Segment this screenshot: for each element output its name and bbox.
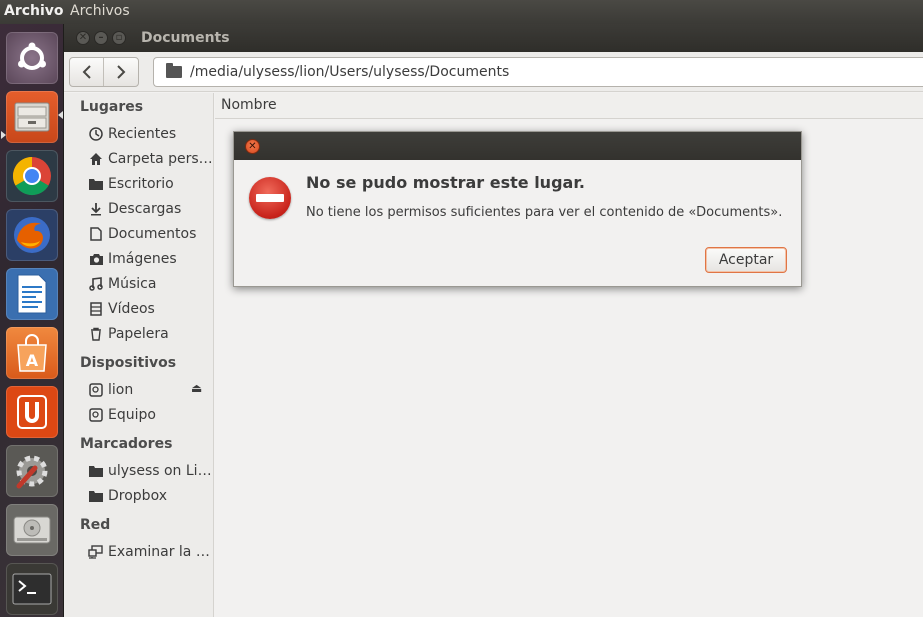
sidebar-item-videos[interactable]: Vídeos bbox=[88, 298, 214, 320]
firefox-icon[interactable] bbox=[6, 209, 58, 261]
menu-archivos[interactable]: Archivos bbox=[70, 3, 130, 19]
accept-button[interactable]: Aceptar bbox=[705, 247, 787, 273]
window-title: Documents bbox=[141, 30, 230, 46]
sidebar-item-label: Examinar la … bbox=[108, 544, 210, 560]
sidebar-item-label: Escritorio bbox=[108, 176, 174, 192]
sidebar-item-carpeta-personal[interactable]: Carpeta pers… bbox=[88, 148, 214, 170]
dialog-close-button[interactable]: ✕ bbox=[245, 139, 260, 154]
window-titlebar: ✕ – ▫ Documents bbox=[64, 24, 923, 52]
top-panel: Archivos Archivos bbox=[0, 0, 923, 24]
section-red: Red bbox=[80, 517, 111, 533]
file-manager-icon[interactable] bbox=[6, 91, 58, 143]
sidebar-item-dropbox[interactable]: Dropbox bbox=[88, 485, 214, 507]
close-window-button[interactable]: ✕ bbox=[76, 31, 90, 45]
sidebar-item-ulysess-on-lion[interactable]: ulysess on Lion bbox=[88, 460, 214, 482]
camera-icon bbox=[88, 251, 104, 267]
sidebar: Lugares Recientes Carpeta pers… Escritor… bbox=[64, 93, 214, 617]
software-center-icon[interactable]: A bbox=[6, 327, 58, 379]
sidebar-item-documentos[interactable]: Documentos bbox=[88, 223, 214, 245]
column-header-nombre[interactable]: Nombre bbox=[215, 93, 923, 119]
disk-drive-icon[interactable] bbox=[6, 504, 58, 556]
recent-clock-icon bbox=[88, 126, 104, 142]
dialog-titlebar: ✕ bbox=[234, 132, 801, 160]
sidebar-item-label: Documentos bbox=[108, 226, 197, 242]
sidebar-item-label: Carpeta pers… bbox=[108, 151, 213, 167]
film-icon bbox=[88, 301, 104, 317]
sidebar-item-descargas[interactable]: Descargas bbox=[88, 198, 214, 220]
drive-icon bbox=[88, 382, 104, 398]
music-icon bbox=[88, 276, 104, 292]
eject-icon[interactable]: ⏏ bbox=[191, 381, 202, 395]
error-icon bbox=[249, 177, 291, 219]
chevron-right-icon bbox=[117, 65, 126, 79]
sidebar-item-papelera[interactable]: Papelera bbox=[88, 323, 214, 345]
ubuntu-dash-icon[interactable] bbox=[6, 32, 58, 84]
terminal-icon[interactable] bbox=[6, 563, 58, 615]
network-icon bbox=[88, 544, 104, 560]
launcher-focus-indicator bbox=[58, 111, 63, 119]
sidebar-item-label: Descargas bbox=[108, 201, 182, 217]
section-marcadores: Marcadores bbox=[80, 436, 173, 452]
section-lugares: Lugares bbox=[80, 99, 144, 115]
sidebar-item-musica[interactable]: Música bbox=[88, 273, 214, 295]
sidebar-item-label: Música bbox=[108, 276, 157, 292]
maximize-window-button[interactable]: ▫ bbox=[112, 31, 126, 45]
sidebar-item-label: Vídeos bbox=[108, 301, 155, 317]
dialog-heading: No se pudo mostrar este lugar. bbox=[306, 173, 585, 192]
folder-icon bbox=[88, 488, 104, 504]
drive-icon bbox=[88, 407, 104, 423]
folder-icon bbox=[166, 63, 182, 78]
sidebar-item-label: Recientes bbox=[108, 126, 177, 142]
download-icon bbox=[88, 201, 104, 217]
trash-icon bbox=[88, 326, 104, 342]
sidebar-item-imagenes[interactable]: Imágenes bbox=[88, 248, 214, 270]
sidebar-item-label: Imágenes bbox=[108, 251, 177, 267]
location-bar[interactable]: /media/ulysess/lion/Users/ulysess/Docume… bbox=[153, 57, 923, 87]
svg-text:A: A bbox=[26, 351, 39, 370]
error-dialog: ✕ No se pudo mostrar este lugar. No tien… bbox=[233, 131, 802, 287]
sidebar-item-label: ulysess on Lion bbox=[108, 463, 214, 479]
folder-icon bbox=[88, 463, 104, 479]
sidebar-item-label: Dropbox bbox=[108, 488, 167, 504]
section-dispositivos: Dispositivos bbox=[80, 355, 177, 371]
sidebar-item-recientes[interactable]: Recientes bbox=[88, 123, 214, 145]
sidebar-item-escritorio[interactable]: Escritorio bbox=[88, 173, 214, 195]
sidebar-item-label: Papelera bbox=[108, 326, 169, 342]
sidebar-item-label: lion bbox=[108, 382, 134, 398]
location-path[interactable]: /media/ulysess/lion/Users/ulysess/Docume… bbox=[190, 64, 509, 80]
navigation-buttons bbox=[69, 57, 139, 87]
file-manager-window: ✕ – ▫ Documents /media/ulysess/lion/User… bbox=[64, 24, 923, 617]
active-app-name: Archivos bbox=[4, 3, 64, 19]
back-button[interactable] bbox=[70, 58, 105, 86]
sidebar-item-equipo[interactable]: Equipo bbox=[88, 404, 214, 426]
ubuntu-one-icon[interactable] bbox=[6, 386, 58, 438]
document-icon bbox=[88, 226, 104, 242]
toolbar: /media/ulysess/lion/Users/ulysess/Docume… bbox=[64, 52, 923, 92]
desktop-folder-icon bbox=[88, 176, 104, 192]
dialog-message: No tiene los permisos suficientes para v… bbox=[306, 205, 783, 220]
chevron-left-icon bbox=[82, 65, 91, 79]
chrome-icon[interactable] bbox=[6, 150, 58, 202]
launcher: A bbox=[0, 24, 64, 617]
home-icon bbox=[88, 151, 104, 167]
system-settings-icon[interactable] bbox=[6, 445, 58, 497]
forward-button[interactable] bbox=[104, 58, 138, 86]
sidebar-item-examinar-red[interactable]: Examinar la … bbox=[88, 541, 214, 563]
libreoffice-writer-icon[interactable] bbox=[6, 268, 58, 320]
minimize-window-button[interactable]: – bbox=[94, 31, 108, 45]
sidebar-item-label: Equipo bbox=[108, 407, 156, 423]
